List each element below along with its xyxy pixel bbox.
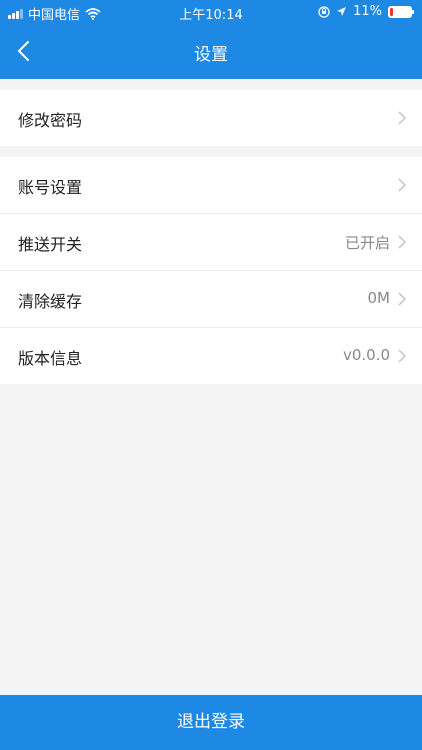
chevron-right-icon [398, 349, 407, 363]
row-value: v0.0.0 [342, 346, 390, 364]
row-label: 版本信息 [18, 349, 83, 368]
row-label: 推送开关 [18, 235, 83, 254]
battery-level [390, 7, 393, 16]
nav-bar: 设置 [0, 24, 422, 79]
location-icon [337, 7, 347, 16]
chevron-right-icon [398, 292, 407, 306]
logout-button[interactable]: 退出登录 [0, 695, 422, 750]
row-label: 清除缓存 [18, 292, 83, 311]
battery-icon [388, 5, 414, 18]
battery-percent: 11% [353, 4, 382, 19]
settings-row-change-password[interactable]: 修改密码 [0, 90, 422, 146]
row-value: 0M [367, 289, 391, 307]
settings-row-push[interactable]: 推送开关 已开启 [0, 214, 422, 271]
status-right: 11% [318, 4, 414, 19]
chevron-right-icon [398, 235, 407, 249]
status-bar: 中国电信 上午10:14 11% [0, 0, 422, 24]
chevron-right-icon [398, 111, 407, 125]
chevron-right-icon [398, 178, 407, 192]
row-label: 账号设置 [18, 178, 83, 197]
settings-row-clear-cache[interactable]: 清除缓存 0M [0, 271, 422, 328]
page-title: 设置 [194, 45, 228, 65]
settings-row-version[interactable]: 版本信息 v0.0.0 [0, 328, 422, 384]
row-value: 已开启 [344, 234, 390, 252]
row-label: 修改密码 [18, 111, 83, 130]
settings-section-main: 账号设置 推送开关 已开启 清除缓存 0M 版本信息 v0.0.0 [0, 157, 422, 384]
orientation-lock-icon [318, 5, 330, 18]
settings-section-password: 修改密码 [0, 90, 422, 146]
settings-row-account[interactable]: 账号设置 [0, 157, 422, 214]
